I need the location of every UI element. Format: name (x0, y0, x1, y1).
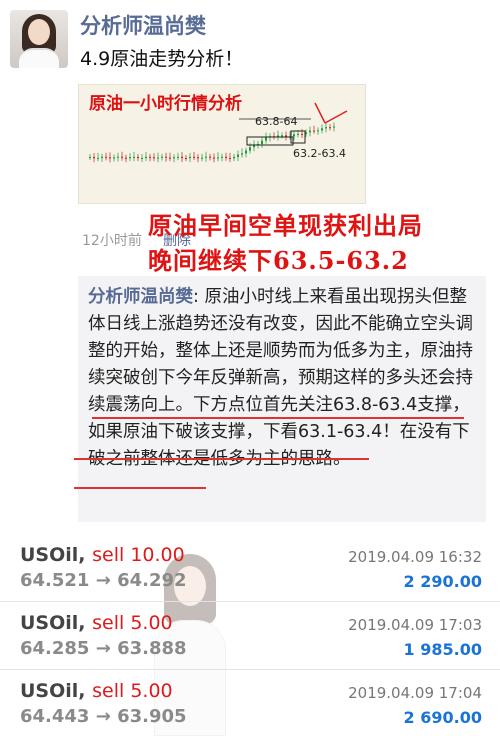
comment-text-block: 分析师温尚樊: 原油小时线上来看虽出现拐头但整体日线上涨趋势还没有改变，因此不能… (88, 284, 480, 473)
candle-body (321, 128, 323, 131)
candle-body (213, 157, 215, 159)
trade-action: sell 5.00 (92, 612, 173, 634)
candle-body (249, 147, 251, 151)
candle-body (173, 157, 175, 159)
candle-body (161, 156, 163, 158)
candle-body (333, 126, 335, 128)
candle-body (209, 156, 211, 158)
trade-row[interactable]: USOil, sell 5.00 64.285 → 63.888 2019.04… (0, 602, 500, 670)
candle-body (149, 156, 151, 158)
comment-box: 分析师温尚樊: 原油小时线上来看虽出现拐头但整体日线上涨趋势还没有改变，因此不能… (78, 276, 486, 522)
trade-datetime: 2019.04.09 17:04 (348, 684, 482, 702)
comment-separator: : (193, 287, 205, 307)
post-timestamp: 12小时前 (82, 233, 142, 249)
candle-body (329, 127, 331, 129)
avatar-face (28, 19, 50, 45)
trade-symbol-name: USOil, (20, 544, 86, 566)
candle-body (225, 156, 227, 158)
candle-body (185, 158, 187, 160)
candle-body (145, 156, 147, 158)
candle-body (277, 135, 279, 137)
candle-body (121, 156, 123, 158)
trade-action: sell 5.00 (92, 680, 173, 702)
candle-body (101, 156, 103, 158)
candle-body (245, 150, 247, 154)
trade-prices: 64.285 → 63.888 (20, 638, 187, 659)
candle-body (301, 133, 303, 135)
candle-body (117, 156, 119, 158)
candle-body (229, 157, 231, 159)
candle-body (89, 157, 91, 158)
candle-body (313, 130, 315, 132)
avatar-body (19, 48, 59, 68)
post-author-name[interactable]: 分析师温尚樊 (80, 10, 206, 40)
candle-body (253, 145, 255, 148)
post-image-chart[interactable]: 原油一小时行情分析 63.8-64 63.2-63.4 (78, 84, 366, 204)
trade-symbol-name: USOil, (20, 680, 86, 702)
candle-body (181, 156, 183, 159)
trade-symbol: USOil, sell 5.00 (20, 680, 173, 702)
chart-image-label-lower: 63.2-63.4 (293, 147, 346, 160)
candle-body (237, 154, 239, 157)
candle-body (241, 153, 243, 155)
candle-body (221, 156, 223, 158)
comment-author[interactable]: 分析师温尚樊 (88, 287, 193, 307)
trade-prices: 64.521 → 64.292 (20, 570, 187, 591)
candle-body (133, 156, 135, 158)
candle-body (193, 156, 195, 158)
candle-body (197, 157, 199, 159)
chart-image-title: 原油一小时行情分析 (89, 94, 242, 114)
candle-body (97, 157, 99, 159)
trade-profit: 2 690.00 (403, 708, 482, 727)
candle-body (297, 133, 299, 135)
trade-profit: 1 985.00 (403, 640, 482, 659)
chart-image-label-upper: 63.8-64 (255, 115, 298, 128)
candle-body (293, 134, 295, 137)
candle-body (281, 135, 283, 137)
trade-profit: 2 290.00 (403, 572, 482, 591)
candle-body (129, 157, 131, 159)
candle-body (109, 157, 111, 159)
trade-history-list: USOil, sell 10.00 64.521 → 64.292 2019.0… (0, 534, 500, 736)
candle-body (233, 156, 235, 159)
candle-body (141, 157, 143, 159)
trade-row[interactable]: USOil, sell 5.00 64.443 → 63.905 2019.04… (0, 670, 500, 736)
candle-body (261, 140, 263, 144)
trade-symbol-name: USOil, (20, 612, 86, 634)
candle-body (265, 137, 267, 141)
candle-body (217, 157, 219, 159)
candle-body (189, 156, 191, 159)
handwritten-underline (74, 458, 369, 460)
candle-body (177, 156, 179, 158)
candle-body (93, 157, 95, 159)
handwritten-underline (74, 487, 206, 489)
post-text: 4.9原油走势分析！ (80, 48, 244, 70)
candle-body (309, 130, 311, 133)
candle-body (169, 157, 171, 159)
trade-datetime: 2019.04.09 17:03 (348, 616, 482, 634)
trade-symbol: USOil, sell 10.00 (20, 544, 185, 566)
candle-body (153, 157, 155, 159)
candle-body (137, 156, 139, 159)
trade-row[interactable]: USOil, sell 10.00 64.521 → 64.292 2019.0… (0, 534, 500, 602)
candle-body (285, 135, 287, 137)
trade-datetime: 2019.04.09 16:32 (348, 548, 482, 566)
candle-body (157, 157, 159, 159)
candle-body (205, 156, 207, 158)
candle-body (113, 157, 115, 159)
candle-body (325, 127, 327, 129)
comment-body: 原油小时线上来看虽出现拐头但整体日线上涨趋势还没有改变，因此不能确立空头调整的开… (88, 287, 473, 469)
candle-body (125, 157, 127, 159)
avatar[interactable] (10, 10, 68, 68)
candle-body (201, 157, 203, 159)
trade-prices: 64.443 → 63.905 (20, 706, 187, 727)
trade-symbol: USOil, sell 5.00 (20, 612, 173, 634)
trade-action: sell 10.00 (92, 544, 185, 566)
candle-body (105, 156, 107, 158)
overlay-caption-line1: 原油早间空单现获利出局 (148, 211, 423, 240)
candle-body (317, 130, 319, 132)
handwritten-underline (92, 417, 464, 419)
candle-body (165, 156, 167, 158)
overlay-caption-line2: 晚间继续下63.5-63.2 (148, 246, 409, 275)
